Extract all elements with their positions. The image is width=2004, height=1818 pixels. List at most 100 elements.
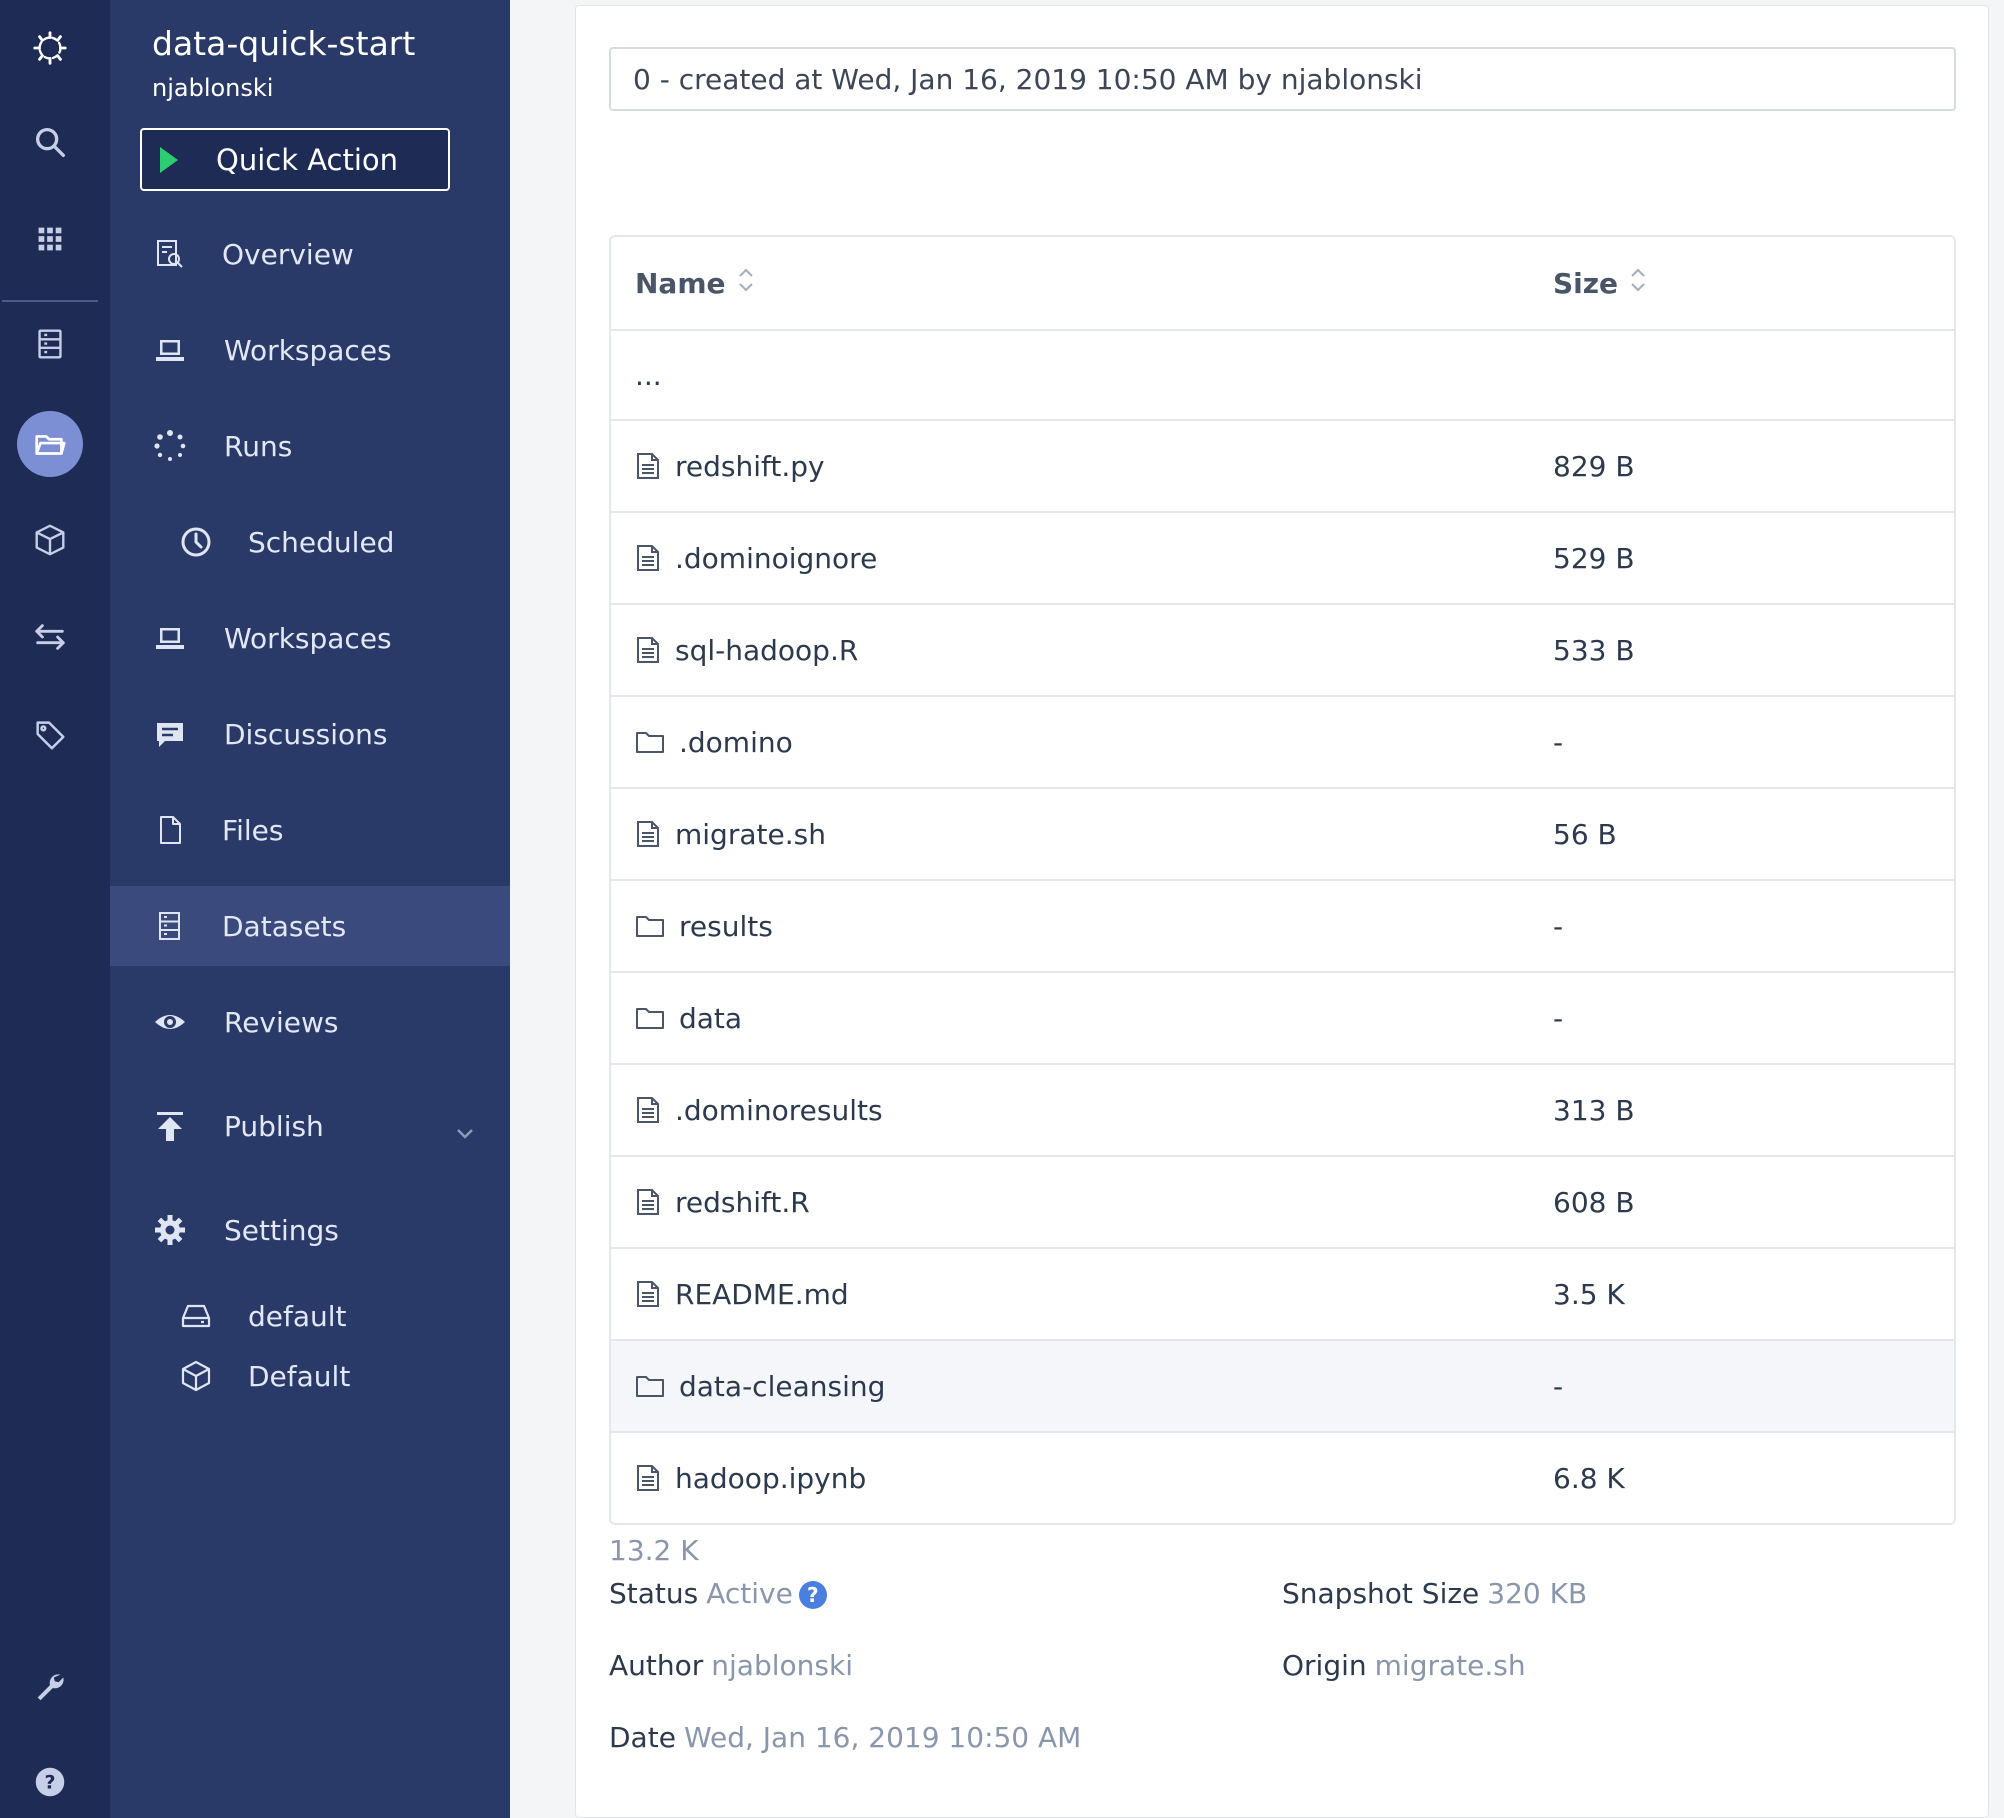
sidebar-item-publish[interactable]: Publish: [110, 1086, 510, 1166]
sidebar-item-discussions[interactable]: Discussions: [110, 694, 510, 774]
file-icon: [635, 820, 675, 848]
file-size: 533 B: [1553, 633, 1635, 667]
environment-cube-icon: [178, 1358, 214, 1394]
file-name-cell[interactable]: results: [635, 910, 773, 943]
project-sidebar: data-quick-start njablonski Quick Action…: [110, 0, 510, 1818]
file-name-cell[interactable]: hadoop.ipynb: [635, 1462, 866, 1495]
table-row[interactable]: redshift.py 829 B: [611, 419, 1954, 511]
sidebar-item-label: Workspaces: [224, 333, 392, 367]
file-size: 3.5 K: [1553, 1277, 1625, 1311]
chevron-down-icon[interactable]: [456, 1114, 474, 1147]
file-name-cell[interactable]: .domino: [635, 726, 793, 759]
file-name-cell[interactable]: data-cleansing: [635, 1370, 885, 1403]
table-row[interactable]: data-cleansing -: [611, 1339, 1954, 1431]
clock-icon: [178, 524, 214, 560]
table-row[interactable]: .dominoignore 529 B: [611, 511, 1954, 603]
gear-icon: [152, 1212, 188, 1248]
environments-cube-icon[interactable]: [0, 508, 100, 572]
help-icon[interactable]: ?: [0, 1750, 100, 1814]
table-row[interactable]: hadoop.ipynb 6.8 K: [611, 1431, 1954, 1523]
table-row[interactable]: results -: [611, 879, 1954, 971]
file-name-cell[interactable]: sql-hadoop.R: [635, 634, 858, 667]
date-label: Date: [609, 1721, 676, 1754]
exchange-icon[interactable]: [0, 605, 100, 669]
parent-directory-row[interactable]: ...: [611, 329, 1954, 419]
sidebar-item-files[interactable]: Files: [110, 790, 510, 870]
origin-value[interactable]: migrate.sh: [1375, 1649, 1526, 1682]
file-name: redshift.R: [675, 1185, 810, 1219]
project-owner[interactable]: njablonski: [152, 74, 273, 102]
file-name: hadoop.ipynb: [675, 1461, 867, 1495]
table-row[interactable]: .domino -: [611, 695, 1954, 787]
table-row[interactable]: .dominoresults 313 B: [611, 1063, 1954, 1155]
sidebar-item-label: Discussions: [224, 717, 388, 751]
sidebar-item-label: Publish: [224, 1109, 324, 1143]
file-icon: [152, 812, 188, 848]
folder-icon: [635, 729, 679, 755]
author-value[interactable]: njablonski: [711, 1649, 853, 1682]
file-name-cell[interactable]: data: [635, 1002, 742, 1035]
sidebar-item-label: Datasets: [222, 909, 347, 943]
rail-divider: [2, 300, 98, 302]
wrench-icon[interactable]: [0, 1655, 100, 1719]
file-name-cell[interactable]: redshift.R: [635, 1186, 810, 1219]
file-icon: [635, 544, 675, 572]
sidebar-item-reviews[interactable]: Reviews: [110, 982, 510, 1062]
file-name-cell[interactable]: .dominoignore: [635, 542, 877, 575]
tag-icon[interactable]: [0, 703, 100, 767]
table-row[interactable]: redshift.R 608 B: [611, 1155, 1954, 1247]
parent-directory-label: ...: [635, 358, 662, 392]
table-row[interactable]: sql-hadoop.R 533 B: [611, 603, 1954, 695]
file-icon: [635, 1188, 675, 1216]
file-size: 6.8 K: [1553, 1461, 1625, 1495]
domino-logo-icon[interactable]: [0, 16, 100, 80]
author-label: Author: [609, 1649, 704, 1682]
size-column-header[interactable]: Size: [1553, 266, 1646, 301]
sidebar-item-label: Reviews: [224, 1005, 339, 1039]
file-name: .domino: [679, 725, 793, 759]
table-row[interactable]: migrate.sh 56 B: [611, 787, 1954, 879]
project-title[interactable]: data-quick-start: [152, 24, 415, 63]
datasets-icon[interactable]: [0, 312, 100, 376]
help-icon[interactable]: ?: [798, 1581, 827, 1609]
status-value: Active: [706, 1577, 793, 1610]
sidebar-item-settings[interactable]: Settings: [110, 1190, 510, 1270]
status-detail: Status Active?: [609, 1577, 827, 1610]
datasets-icon: [152, 908, 188, 944]
file-name-cell[interactable]: .dominoresults: [635, 1094, 883, 1127]
sidebar-item-label: Runs: [224, 429, 293, 463]
sidebar-item-workspaces[interactable]: Workspaces: [110, 310, 510, 390]
quick-action-button[interactable]: Quick Action: [140, 128, 450, 191]
name-column-header[interactable]: Name: [635, 266, 754, 301]
file-name-cell[interactable]: redshift.py: [635, 450, 825, 483]
search-icon[interactable]: [0, 110, 100, 174]
file-name-cell[interactable]: README.md: [635, 1278, 849, 1311]
folder-icon: [635, 1373, 679, 1399]
snapshot-select[interactable]: 0 - created at Wed, Jan 16, 2019 10:50 A…: [609, 47, 1956, 111]
file-name-cell[interactable]: migrate.sh: [635, 818, 826, 851]
sidebar-item-scheduled[interactable]: Scheduled: [110, 502, 510, 582]
snapshot-size-label: Snapshot Size: [1282, 1577, 1480, 1610]
file-size: -: [1553, 909, 1564, 943]
help-icon-label: ?: [44, 1772, 55, 1794]
sidebar-item-overview[interactable]: Overview: [110, 214, 510, 294]
table-row[interactable]: README.md 3.5 K: [611, 1247, 1954, 1339]
hardware-tier-icon: [178, 1298, 214, 1334]
table-row[interactable]: data -: [611, 971, 1954, 1063]
sidebar-item-datasets[interactable]: Datasets: [110, 886, 510, 966]
folder-icon: [635, 913, 679, 939]
origin-label: Origin: [1282, 1649, 1367, 1682]
files-table: Name Size ... redshift.py 829 B .dominoign…: [609, 235, 1956, 1525]
file-size: -: [1553, 1369, 1564, 1403]
apps-grid-icon[interactable]: [0, 207, 100, 271]
file-name: .dominoignore: [675, 541, 878, 575]
sidebar-item-runs[interactable]: Runs: [110, 406, 510, 486]
file-name: results: [679, 909, 773, 943]
file-size: 56 B: [1553, 817, 1617, 851]
sort-icon: [1630, 266, 1646, 301]
projects-folder-icon[interactable]: [0, 412, 100, 476]
file-name: data: [679, 1001, 743, 1035]
file-size: -: [1553, 725, 1564, 759]
sidebar-item-environment[interactable]: Default: [110, 1336, 510, 1416]
sidebar-item-workspaces-2[interactable]: Workspaces: [110, 598, 510, 678]
